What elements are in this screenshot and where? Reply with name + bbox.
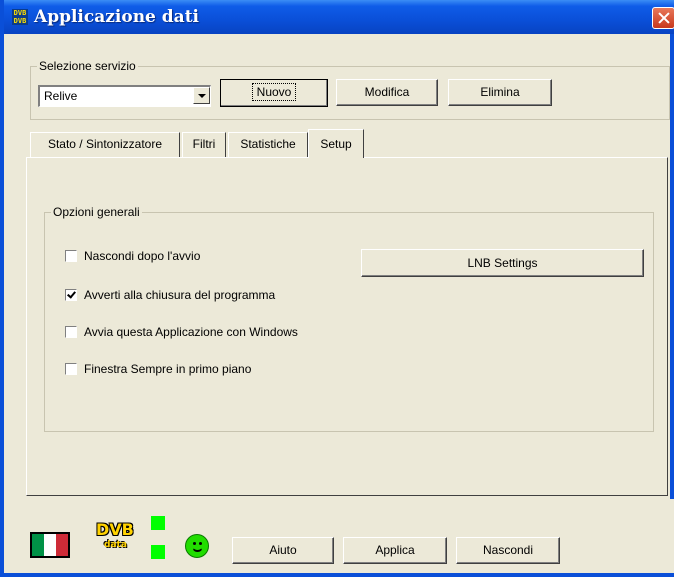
chevron-down-icon[interactable]: [193, 87, 210, 104]
help-button[interactable]: Aiuto: [232, 537, 334, 564]
tab-setup[interactable]: Setup: [308, 129, 364, 158]
apply-button[interactable]: Applica: [343, 537, 447, 564]
checkbox-box[interactable]: [65, 326, 77, 338]
tab-filtri[interactable]: Filtri: [182, 132, 226, 157]
logo-text-bottom: data: [104, 540, 127, 550]
edit-button-label: Modifica: [364, 85, 410, 99]
edit-button[interactable]: Modifica: [336, 79, 438, 106]
checkbox-label: Avverti alla chiusura del programma: [84, 288, 276, 302]
status-led-top: [151, 516, 165, 530]
new-button[interactable]: Nuovo: [220, 79, 328, 107]
smiley-eye: [199, 542, 202, 545]
smiley-mouth: [192, 546, 203, 552]
window-title: Applicazione dati: [34, 7, 200, 27]
general-options-group: Opzioni generali: [44, 205, 654, 432]
tab-label: Statistiche: [240, 137, 296, 151]
lnb-settings-label: LNB Settings: [467, 256, 538, 270]
title-bar[interactable]: DVB DVB Applicazione dati: [4, 0, 674, 34]
dvb-data-logo: DVB data: [96, 520, 138, 558]
smiley-status-icon: [185, 534, 209, 558]
close-button[interactable]: [652, 7, 674, 29]
tab-statistiche[interactable]: Statistiche: [228, 132, 308, 157]
checkbox-label: Finestra Sempre in primo piano: [84, 362, 252, 376]
checkbox-box[interactable]: [65, 289, 77, 301]
service-selected-value: Relive: [44, 89, 78, 103]
flag-stripe-red: [56, 534, 68, 556]
apply-button-label: Applica: [375, 543, 415, 557]
help-button-label: Aiuto: [269, 543, 297, 557]
tab-stato-sintonizzatore[interactable]: Stato / Sintonizzatore: [30, 132, 180, 157]
hide-button[interactable]: Nascondi: [456, 537, 560, 564]
checkbox-label: Avvia questa Applicazione con Windows: [84, 325, 298, 339]
delete-button-label: Elimina: [480, 85, 520, 99]
application-window: DVB DVB Applicazione dati Selezione servi…: [0, 0, 674, 577]
tab-label: Stato / Sintonizzatore: [47, 137, 163, 151]
status-led-bottom: [151, 545, 165, 559]
dvb-app-icon: DVB DVB: [12, 9, 28, 25]
tab-label: Filtri: [192, 137, 216, 151]
checkbox-box[interactable]: [65, 363, 77, 375]
flag-stripe-white: [44, 534, 56, 556]
logo-text-top: DVB: [96, 520, 134, 539]
delete-button[interactable]: Elimina: [448, 79, 552, 106]
service-combobox[interactable]: Relive: [38, 85, 211, 107]
checkbox-box[interactable]: [65, 250, 77, 262]
hide-button-label: Nascondi: [482, 543, 534, 557]
checkbox-label: Nascondi dopo l'avvio: [84, 249, 201, 263]
tab-label: Setup: [320, 137, 352, 151]
lnb-settings-button[interactable]: LNB Settings: [361, 249, 644, 277]
new-button-label: Nuovo: [251, 83, 297, 101]
flag-stripe-green: [32, 534, 44, 556]
italian-flag-icon[interactable]: [30, 532, 70, 558]
service-group-label: Selezione servizio: [37, 59, 138, 73]
smiley-eye: [193, 542, 196, 545]
general-options-label: Opzioni generali: [51, 205, 142, 219]
